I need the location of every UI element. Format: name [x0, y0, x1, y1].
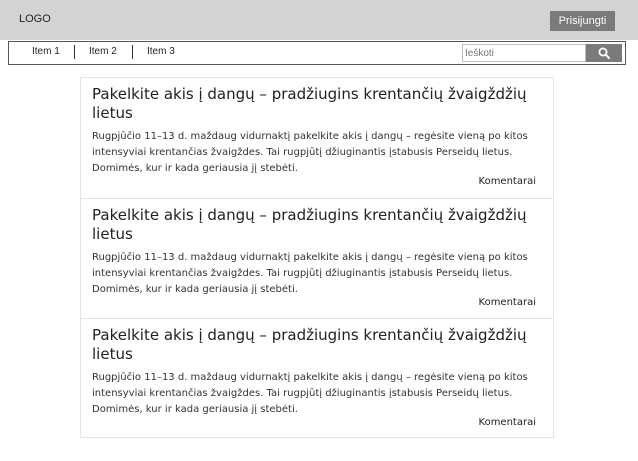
nav-bar: Item 1 Item 2 Item 3	[8, 41, 626, 65]
nav-divider	[74, 45, 75, 59]
comments-link[interactable]: Komentarai	[479, 417, 536, 428]
search-icon	[598, 47, 610, 59]
top-header: LOGO Prisijungti	[0, 0, 638, 40]
search-button[interactable]	[586, 44, 622, 62]
article-title[interactable]: Pakelkite akis į dangų – pradžiugins kre…	[92, 326, 536, 364]
nav-item-1[interactable]: Item 1	[32, 46, 60, 57]
nav-item-2[interactable]: Item 2	[89, 46, 117, 57]
article-body: Rugpjūčio 11–13 d. maždaug vidurnaktį pa…	[92, 252, 528, 295]
login-button[interactable]: Prisijungti	[550, 11, 615, 31]
article-body: Rugpjūčio 11–13 d. maždaug vidurnaktį pa…	[92, 131, 528, 174]
search-input[interactable]	[462, 44, 586, 62]
article-card: Pakelkite akis į dangų – pradžiugins kre…	[81, 198, 553, 318]
article-body: Rugpjūčio 11–13 d. maždaug vidurnaktį pa…	[92, 372, 528, 415]
article-card: Pakelkite akis į dangų – pradžiugins kre…	[81, 318, 553, 438]
article-title[interactable]: Pakelkite akis į dangų – pradžiugins kre…	[92, 85, 536, 123]
article-card: Pakelkite akis į dangų – pradžiugins kre…	[81, 78, 553, 198]
article-title[interactable]: Pakelkite akis į dangų – pradžiugins kre…	[92, 206, 536, 244]
nav-divider	[132, 45, 133, 59]
comments-link[interactable]: Komentarai	[479, 176, 536, 187]
comments-link[interactable]: Komentarai	[479, 297, 536, 308]
nav-item-3[interactable]: Item 3	[147, 46, 175, 57]
article-list: Pakelkite akis į dangų – pradžiugins kre…	[80, 77, 554, 438]
logo[interactable]: LOGO	[19, 13, 51, 25]
